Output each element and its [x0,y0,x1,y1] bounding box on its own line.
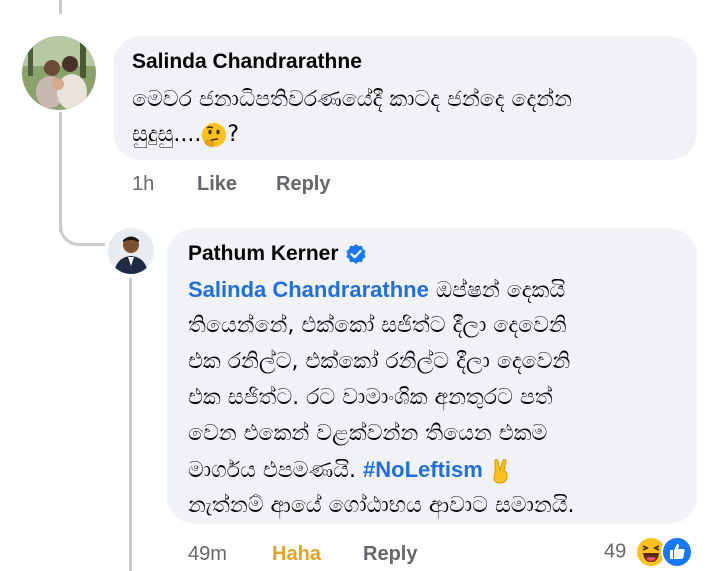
thread-connector-curve [59,208,105,246]
haha-button[interactable]: Haha [272,543,321,566]
comment-text-line2-text: සුදුසු.... [132,122,202,147]
like-reaction-icon [661,536,694,568]
mention-link[interactable]: Salinda Chandrarathne [188,277,429,302]
reply-text-line2: තියෙන්නේ, එක්කෝ සජිත්ට දීලා දෙවෙනි [188,313,567,338]
reply-author: Pathum Kerner [188,242,367,266]
reaction-count: 49 [604,540,627,563]
reply-text-line5: වෙන එකෙන් වළක්වන්න තියෙන එකම [188,421,548,446]
thinking-face-icon [202,123,227,147]
hashtag-link[interactable]: #NoLeftism [363,457,483,482]
avatar[interactable] [22,36,96,110]
reply-text-line7: නැත්නම් ආයේ ගෝඨාභය ආවාට සමානයි. [188,493,575,518]
avatar-photo [22,36,96,110]
comment-text-line1: මෙවර ජනාධිපතිවරණයේදී කාටද ජන්දෙ දෙන්න [132,87,572,112]
comment-text-end: ? [227,122,240,147]
reply-line6-text: මාර්ගය එපමණයි. [188,458,364,483]
reaction-summary[interactable]: 49 [604,536,694,570]
reply-line1-text: ඔප්ෂන් දෙකයි [428,278,566,303]
like-button[interactable]: Like [197,173,237,196]
reply-text-line4: එක සජිත්ට. රට වාමාංශික අනතුරට පත් [188,385,553,410]
reply-avatar[interactable] [108,228,154,274]
reply-text-line1: Salinda Chandrarathne ඔප්ෂන් දෙකයි [188,272,565,308]
reply-avatar-photo [108,228,154,274]
reply-timestamp[interactable]: 49m [188,543,227,566]
reply-author-name[interactable]: Pathum Kerner [188,242,339,265]
thread-line-reply [129,278,132,571]
reply-reply-button[interactable]: Reply [363,543,417,566]
comment-author[interactable]: Salinda Chandrarathne [132,50,362,74]
thread-line-top [59,0,62,14]
reply-text-line6: මාර්ගය එපමණයි. #NoLeftism [188,452,512,488]
reply-button[interactable]: Reply [276,173,330,196]
comment-timestamp[interactable]: 1h [132,173,154,196]
reply-text-line3: එක රනිල්ට, එක්කෝ රනිල්ට දීලා දෙවෙනි [188,349,571,374]
comment-text-line2: සුදුසු.... ? [132,117,239,152]
victory-hand-icon [493,459,508,484]
verified-badge-icon [345,244,366,265]
